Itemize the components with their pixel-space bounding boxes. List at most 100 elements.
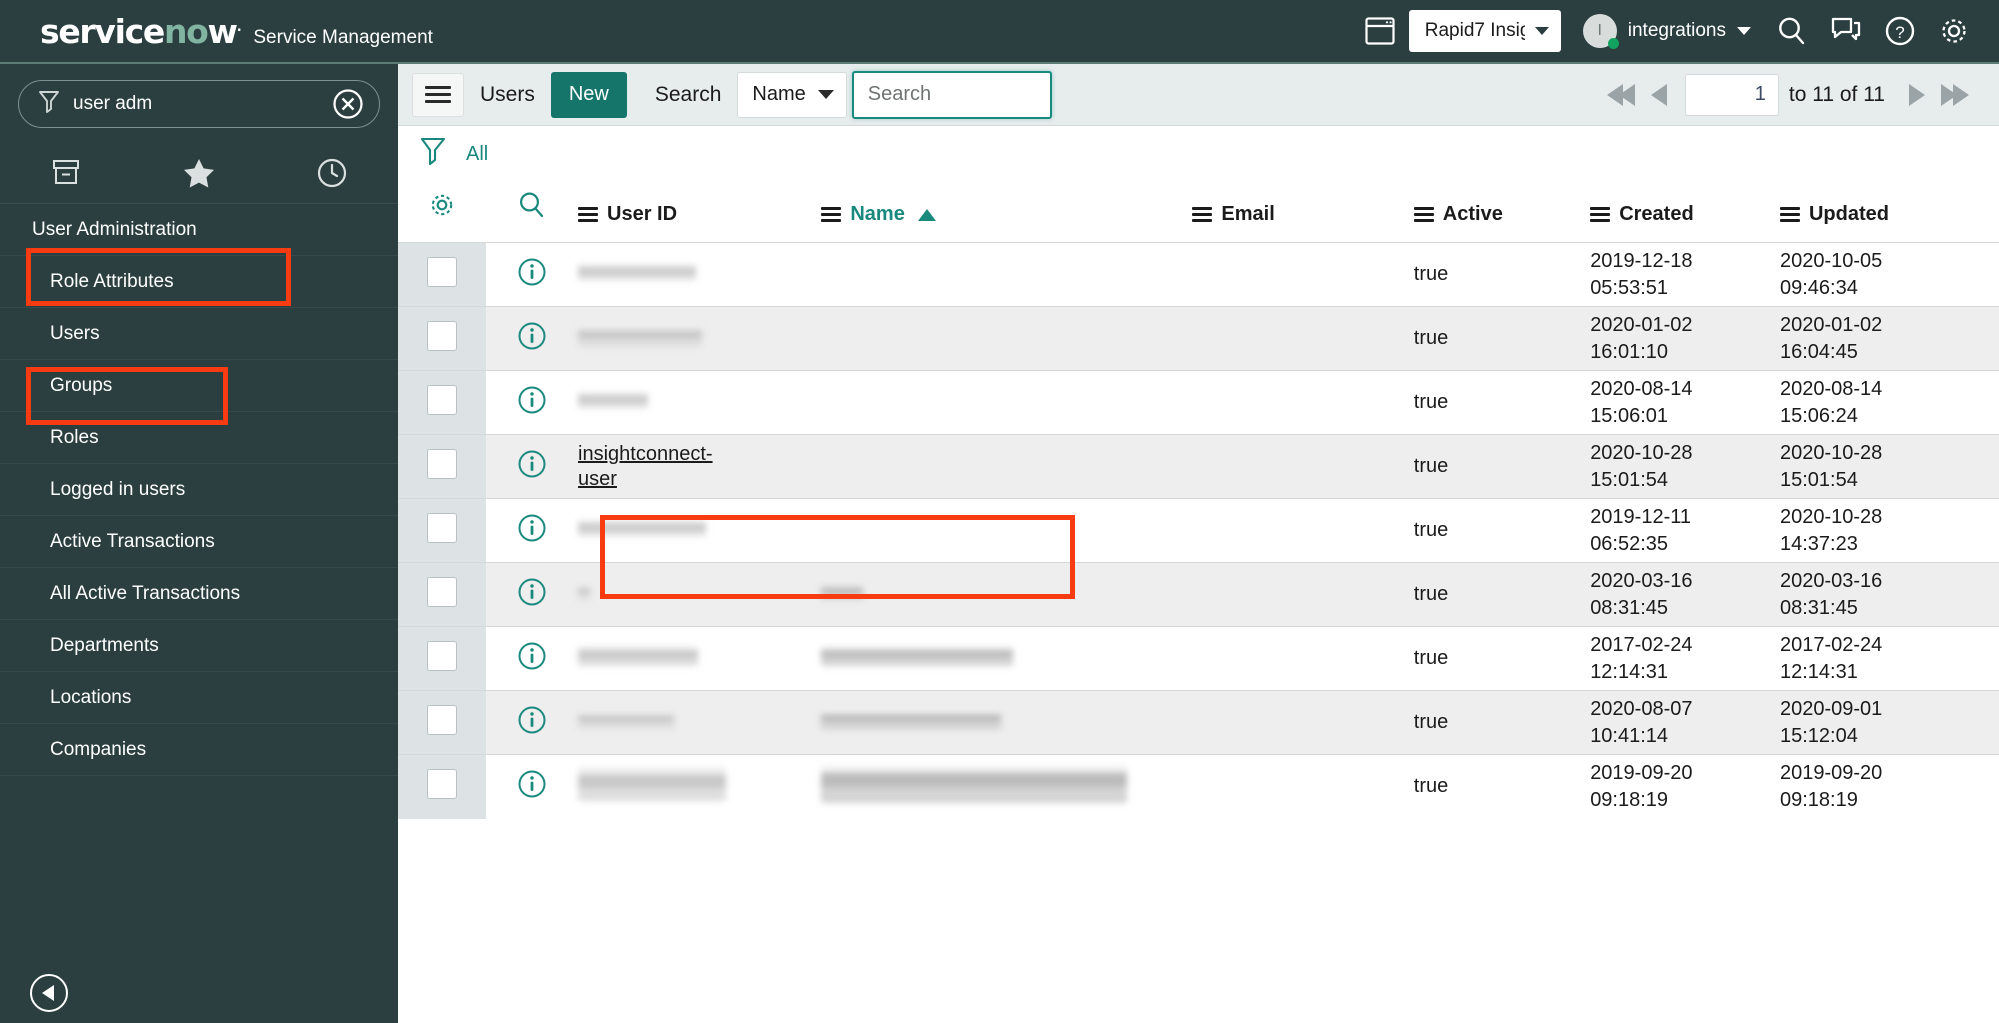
column-menu-icon[interactable] bbox=[1413, 204, 1434, 225]
info-icon[interactable] bbox=[516, 640, 548, 672]
gear-icon[interactable] bbox=[1927, 0, 1981, 62]
info-icon[interactable] bbox=[516, 512, 548, 544]
column-menu-icon[interactable] bbox=[578, 204, 599, 225]
cell-user-id[interactable] bbox=[578, 499, 821, 563]
cell-user-id[interactable] bbox=[578, 371, 821, 435]
sidebar-tab-history[interactable] bbox=[265, 157, 398, 189]
cell-user-id[interactable] bbox=[578, 691, 821, 755]
sidebar-tab-favorites[interactable] bbox=[133, 157, 266, 189]
column-header-active[interactable]: Active bbox=[1413, 182, 1590, 243]
user-id-link[interactable]: insightconnect-user bbox=[578, 442, 713, 492]
conversation-icon[interactable] bbox=[1819, 0, 1873, 62]
chevron-down-icon bbox=[1534, 27, 1549, 35]
info-icon[interactable] bbox=[516, 448, 548, 480]
info-icon[interactable] bbox=[516, 768, 548, 800]
new-button[interactable]: New bbox=[550, 71, 627, 118]
cell-user-id[interactable] bbox=[578, 307, 821, 371]
column-menu-icon[interactable] bbox=[1779, 204, 1800, 225]
search-icon[interactable] bbox=[1765, 0, 1819, 62]
sidebar-item-roles[interactable]: Roles bbox=[0, 412, 398, 464]
first-page-icon[interactable] bbox=[1599, 83, 1643, 106]
row-checkbox[interactable] bbox=[426, 512, 457, 543]
hamburger-menu-icon[interactable] bbox=[412, 72, 464, 117]
table-row[interactable]: true 2019-12-18 05:53:51 2020-10-05 09:46:34 bbox=[398, 242, 1999, 307]
column-menu-icon[interactable] bbox=[1590, 204, 1611, 225]
breadcrumb-all[interactable]: All bbox=[466, 143, 488, 166]
info-icon[interactable] bbox=[516, 576, 548, 608]
help-icon[interactable]: ? bbox=[1873, 0, 1927, 62]
table-row[interactable]: insightconnect-user true 2020-10-28 15:01:5… bbox=[398, 434, 1999, 499]
info-icon[interactable] bbox=[516, 256, 548, 288]
sidebar-item-role-attributes[interactable]: Role Attributes bbox=[0, 256, 398, 308]
active-value: true bbox=[1413, 263, 1449, 285]
sidebar-item-logged-in-users[interactable]: Logged in users bbox=[0, 464, 398, 516]
cell-user-id[interactable] bbox=[578, 627, 821, 691]
product-name: Service Management bbox=[253, 26, 433, 48]
column-header-created[interactable]: Created bbox=[1590, 182, 1780, 243]
clear-circle-icon[interactable] bbox=[331, 87, 365, 121]
sidebar-item-user-administration[interactable]: User Administration bbox=[0, 204, 398, 256]
sidebar-filter[interactable]: user adm bbox=[18, 80, 380, 128]
info-icon[interactable] bbox=[516, 704, 548, 736]
search-field-select[interactable]: Name bbox=[737, 71, 847, 118]
cell-user-id[interactable] bbox=[578, 755, 821, 819]
user-menu[interactable]: I integrations bbox=[1582, 14, 1751, 49]
cell-user-id[interactable]: insightconnect-user bbox=[578, 435, 821, 499]
sidebar-item-departments[interactable]: Departments bbox=[0, 620, 398, 672]
row-checkbox[interactable] bbox=[426, 704, 457, 735]
row-select-cell bbox=[398, 370, 486, 435]
column-header-updated[interactable]: Updated bbox=[1779, 182, 1999, 243]
domain-picker[interactable]: Rapid7 Insig bbox=[1408, 10, 1561, 52]
page-number-input[interactable] bbox=[1684, 73, 1779, 116]
row-checkbox[interactable] bbox=[426, 448, 457, 479]
column-header-search[interactable] bbox=[486, 182, 578, 243]
sidebar-tab-all-applications[interactable] bbox=[0, 158, 133, 188]
table-row[interactable]: true 2020-03-16 08:31:45 2020-03-16 08:31:45 bbox=[398, 562, 1999, 627]
window-icon[interactable] bbox=[1353, 0, 1407, 62]
row-checkbox[interactable] bbox=[426, 768, 457, 799]
column-header-user-id[interactable]: User ID bbox=[578, 182, 821, 243]
last-page-icon[interactable] bbox=[1933, 83, 1977, 106]
info-icon[interactable] bbox=[516, 320, 548, 352]
funnel-icon[interactable] bbox=[418, 135, 448, 174]
cell-email bbox=[1192, 371, 1413, 435]
row-checkbox[interactable] bbox=[426, 320, 457, 351]
column-header-gear[interactable] bbox=[398, 182, 486, 243]
cell-user-id[interactable] bbox=[578, 243, 821, 307]
table-row[interactable]: true 2019-09-20 09:18:19 2019-09-20 09:18:19 bbox=[398, 754, 1999, 819]
gear-icon[interactable] bbox=[427, 194, 457, 225]
table-row[interactable]: true 2020-08-14 15:06:01 2020-08-14 15:06:24 bbox=[398, 370, 1999, 435]
row-checkbox[interactable] bbox=[426, 640, 457, 671]
search-field-value: Name bbox=[752, 83, 806, 105]
row-info-cell bbox=[486, 755, 578, 819]
table-row[interactable]: true 2020-08-07 10:41:14 2020-09-01 15:12:04 bbox=[398, 690, 1999, 755]
sidebar-item-locations[interactable]: Locations bbox=[0, 672, 398, 724]
search-icon[interactable] bbox=[517, 192, 547, 225]
column-header-email[interactable]: Email bbox=[1192, 182, 1413, 243]
cell-created-date: 2019-09-20 bbox=[1590, 761, 1693, 784]
sidebar-item-groups[interactable]: Groups bbox=[0, 360, 398, 412]
table-row[interactable]: true 2017-02-24 12:14:31 2017-02-24 12:14:31 bbox=[398, 626, 1999, 691]
sidebar-item-label: Departments bbox=[50, 634, 159, 656]
table-row[interactable]: true 2020-01-02 16:01:10 2020-01-02 16:04:45 bbox=[398, 306, 1999, 371]
cell-user-id[interactable] bbox=[578, 563, 821, 627]
table-row[interactable]: true 2019-12-11 06:52:35 2020-10-28 14:37:23 bbox=[398, 498, 1999, 563]
row-checkbox[interactable] bbox=[426, 576, 457, 607]
column-menu-icon[interactable] bbox=[1192, 204, 1213, 225]
collapse-left-icon[interactable] bbox=[30, 974, 68, 1012]
sidebar-item-active-transactions[interactable]: Active Transactions bbox=[0, 516, 398, 568]
row-select-cell bbox=[398, 498, 486, 563]
column-menu-icon[interactable] bbox=[821, 204, 842, 225]
column-header-name[interactable]: Name bbox=[821, 182, 1192, 243]
search-input[interactable] bbox=[851, 70, 1052, 119]
cell-updated-date: 2020-03-16 bbox=[1779, 569, 1883, 592]
row-checkbox[interactable] bbox=[426, 384, 457, 415]
sidebar-item-users[interactable]: Users bbox=[0, 308, 398, 360]
info-icon[interactable] bbox=[516, 384, 548, 416]
row-checkbox[interactable] bbox=[426, 256, 457, 287]
sidebar-item-companies[interactable]: Companies bbox=[0, 724, 398, 776]
next-page-icon[interactable] bbox=[1901, 83, 1933, 106]
sidebar-item-all-active-transactions[interactable]: All Active Transactions bbox=[0, 568, 398, 620]
servicenow-logo[interactable]: servicenow. Service Management bbox=[40, 12, 433, 51]
previous-page-icon[interactable] bbox=[1643, 83, 1675, 106]
